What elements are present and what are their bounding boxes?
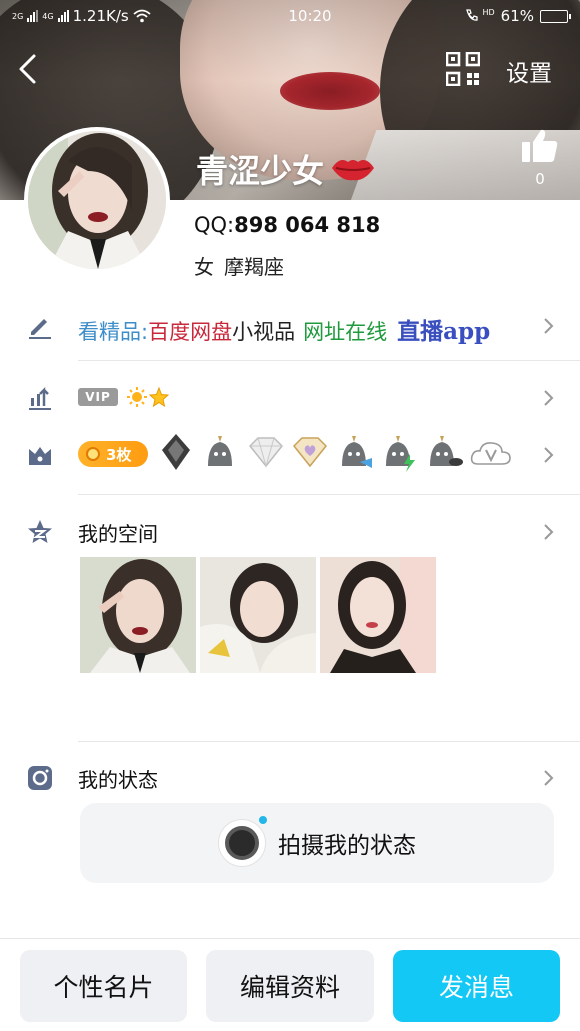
shoot-status-label: 拍摄我的状态 — [278, 833, 416, 859]
my-status-row[interactable]: 我的状态 — [0, 760, 580, 796]
signature-part-5: 直播app — [397, 318, 491, 345]
v-cloud-medal-icon — [470, 442, 511, 465]
network-speed: 1.21K/s — [72, 7, 129, 25]
gender: 女 — [194, 255, 214, 279]
camera-lens-icon — [218, 816, 267, 867]
network-type-1: 2G — [12, 11, 24, 21]
signal-icon — [27, 10, 39, 22]
my-space-title: 我的空间 — [78, 522, 158, 546]
medal-count: 3枚 — [106, 445, 132, 464]
edit-pen-icon — [29, 319, 51, 339]
battery-percent: 61% — [500, 7, 534, 25]
vip-level-icons — [127, 386, 170, 408]
signature-part-4: 网址在线 — [303, 320, 388, 344]
signature-text: 看精品:百度网盘小视品 网址在线 直播app — [78, 312, 490, 346]
qq-prefix: QQ: — [194, 213, 235, 237]
like-button[interactable]: 0 — [518, 128, 562, 188]
penguin-cloud-medal-icon — [430, 436, 463, 466]
qq-number-line: QQ:898 064 818 — [194, 213, 380, 237]
qr-code-button[interactable] — [445, 51, 481, 87]
shoot-status-button[interactable]: 拍摄我的状态 — [80, 803, 554, 883]
thumbs-up-icon — [522, 129, 558, 162]
status-bar-right: HD 61% — [448, 7, 571, 25]
sun-icon — [127, 387, 147, 407]
profile-meta: 女摩羯座 — [194, 251, 284, 280]
chevron-left-icon — [19, 54, 36, 84]
penguin-medal-icon — [208, 436, 232, 466]
my-space-row[interactable]: 我的空间 — [0, 514, 580, 550]
wifi-icon — [133, 9, 151, 23]
penguin-lightning-medal-icon — [386, 436, 415, 472]
space-photo[interactable] — [320, 557, 436, 673]
qq-number[interactable]: 898 064 818 — [234, 213, 380, 237]
crown-box-icon — [29, 447, 51, 465]
qr-code-icon — [445, 51, 481, 87]
penguin-fish-medal-icon — [342, 436, 372, 468]
chevron-right-icon — [544, 390, 554, 406]
bottom-action-bar: 个性名片 编辑资料 发消息 — [0, 938, 580, 1031]
call-hd-icon — [466, 9, 479, 21]
chevron-right-icon — [544, 524, 554, 540]
avatar-portrait — [28, 131, 166, 269]
settings-button[interactable]: 设置 — [506, 54, 552, 88]
signature-part-1: 看精品: — [78, 320, 149, 344]
clock: 10:20 — [288, 7, 332, 25]
chevron-right-icon — [544, 770, 554, 786]
my-status-title: 我的状态 — [78, 768, 158, 792]
space-photo[interactable] — [80, 557, 196, 673]
signature-row[interactable]: 看精品:百度网盘小视品 网址在线 直播app — [0, 306, 580, 346]
heart-diamond-medal-icon — [292, 437, 328, 468]
space-photos — [80, 557, 436, 673]
divider — [78, 360, 580, 361]
signature-part-2: 百度网盘 — [148, 320, 233, 344]
divider — [78, 741, 580, 742]
send-message-button[interactable]: 发消息 — [393, 950, 560, 1022]
notification-dot — [259, 816, 267, 824]
back-button[interactable] — [14, 52, 44, 86]
nickname: 青涩少女 — [196, 146, 376, 192]
edit-profile-button[interactable]: 编辑资料 — [206, 950, 374, 1022]
nickname-text: 青涩少女 — [196, 152, 325, 190]
like-count: 0 — [535, 170, 545, 188]
black-diamond-medal-icon — [162, 434, 190, 470]
hd-label: HD — [482, 7, 495, 17]
level-up-icon — [29, 386, 51, 410]
space-photo[interactable] — [200, 557, 316, 673]
battery-icon — [540, 9, 571, 23]
camera-icon — [28, 766, 52, 790]
photo-thumbnail-3 — [320, 557, 436, 673]
star-icon — [148, 386, 170, 408]
avatar[interactable] — [24, 127, 170, 273]
camera-lens — [225, 826, 259, 860]
qzone-star-icon — [28, 520, 52, 543]
vip-badge: VIP — [78, 388, 118, 406]
status-bar: 2G 4G 1.21K/s 10:20 HD 61% — [0, 0, 580, 32]
chevron-right-icon — [544, 447, 554, 463]
signature-part-3: 小视品 — [232, 320, 296, 344]
chevron-right-icon — [544, 318, 554, 334]
signal-icon-2 — [57, 10, 69, 22]
medal-count-badge[interactable]: 3枚 — [78, 441, 148, 467]
network-type-2: 4G — [42, 11, 54, 21]
photo-thumbnail-2 — [200, 557, 316, 673]
status-bar-left: 2G 4G 1.21K/s — [12, 7, 212, 25]
medal-icons — [162, 434, 511, 472]
kiss-lips-icon — [332, 160, 375, 181]
medal-coin-icon — [86, 447, 100, 461]
constellation: 摩羯座 — [224, 255, 284, 279]
photo-thumbnail-1 — [80, 557, 196, 673]
divider — [78, 494, 580, 495]
profile-card-button[interactable]: 个性名片 — [20, 950, 187, 1022]
white-diamond-medal-icon — [248, 437, 284, 468]
